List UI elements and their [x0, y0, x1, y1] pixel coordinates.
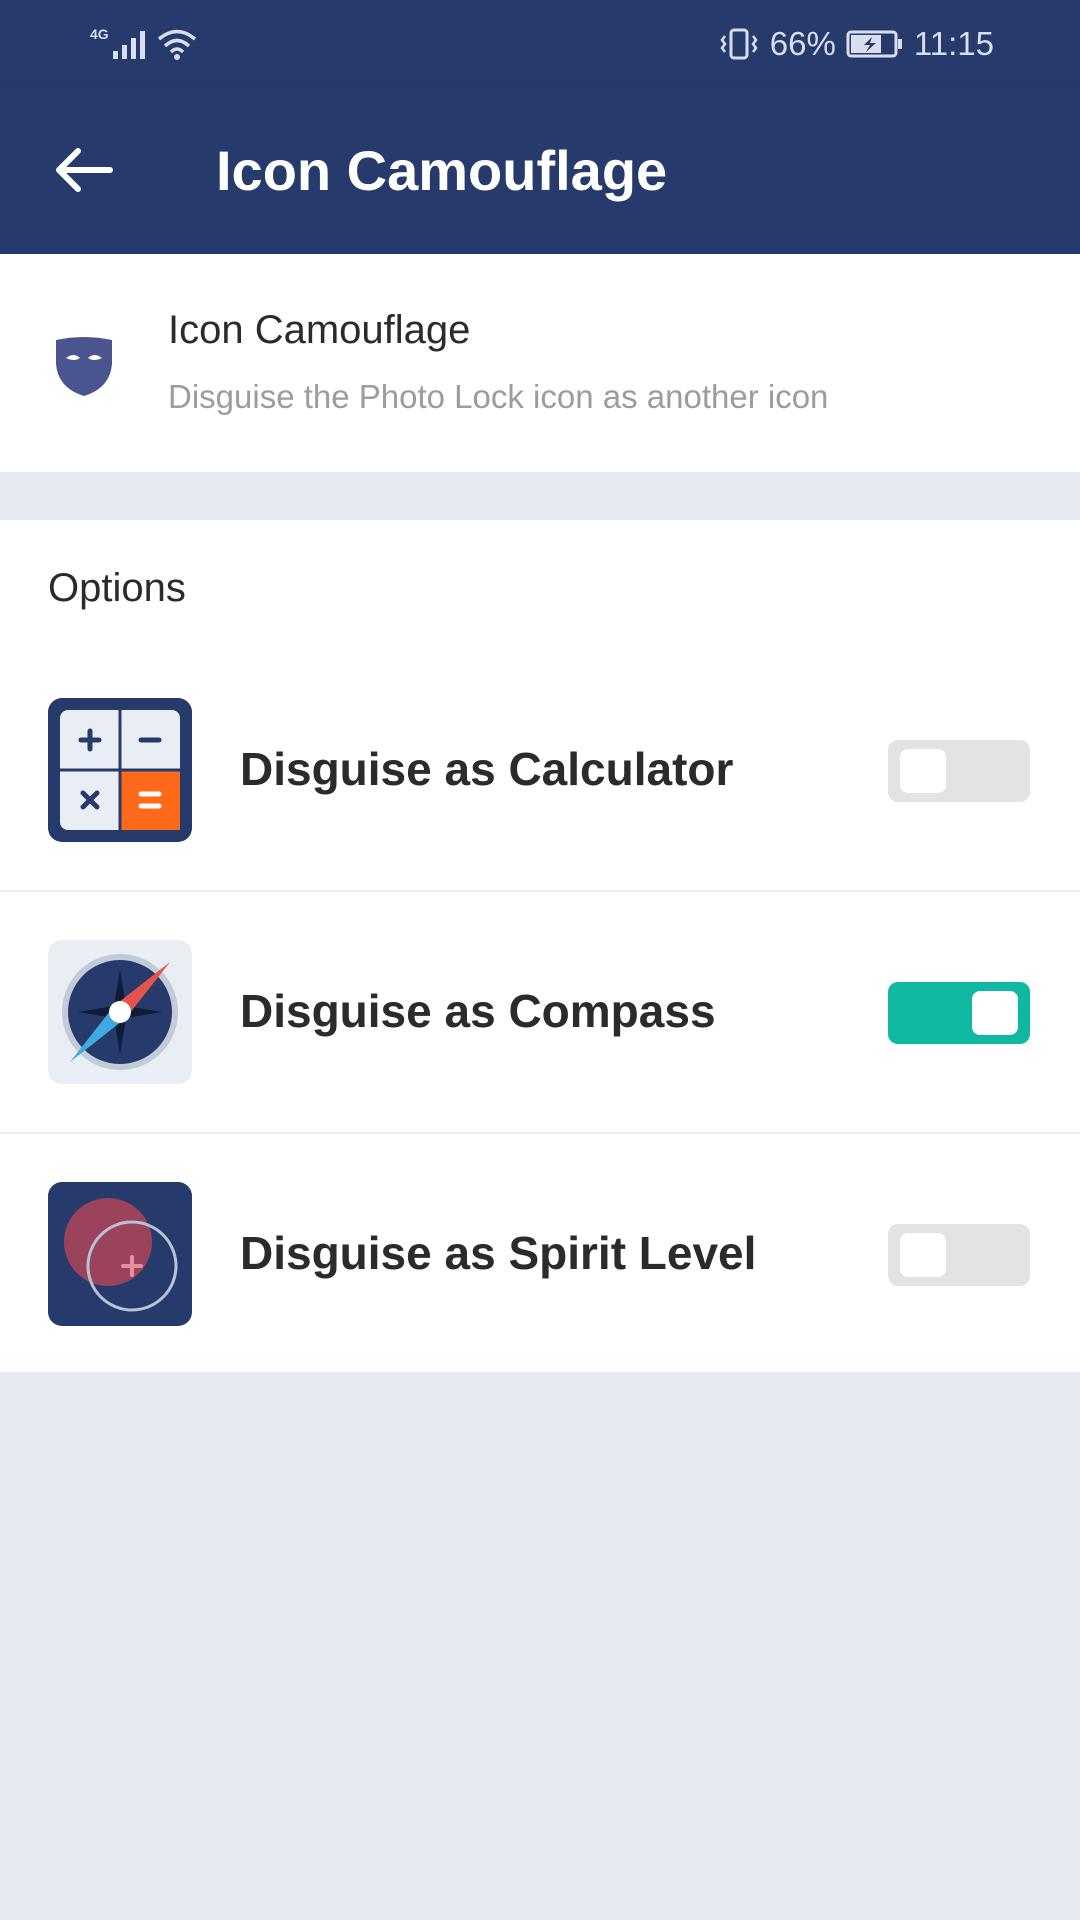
app-bar: Icon Camouflage [0, 86, 1080, 254]
toggle-knob [972, 991, 1018, 1035]
option-label: Disguise as Calculator [240, 743, 734, 795]
status-left: 4G [90, 22, 197, 66]
arrow-left-icon [56, 148, 113, 192]
calculator-toggle[interactable] [888, 740, 1030, 802]
option-spirit-level[interactable]: Disguise as Spirit Level [0, 1132, 1080, 1372]
mask-icon [56, 337, 112, 396]
status-bar: 4G 66% 11:15 [0, 0, 1080, 86]
battery-charging-icon [846, 30, 902, 58]
signal-icon [112, 31, 145, 59]
option-calculator[interactable]: Disguise as Calculator [0, 650, 1080, 890]
status-right: 66% 11:15 [718, 22, 994, 66]
back-button[interactable] [44, 132, 124, 208]
option-label: Disguise as Compass [240, 985, 716, 1037]
toggle-knob [900, 1233, 946, 1277]
toggle-knob [900, 749, 946, 793]
option-label: Disguise as Spirit Level [240, 1227, 757, 1279]
section-label: Options [48, 566, 186, 610]
option-compass[interactable]: Disguise as Compass [0, 890, 1080, 1130]
network-type: 4G [90, 26, 109, 42]
options-section: Options Disguise as Calculator Disguise … [0, 520, 1080, 1372]
compass-toggle[interactable] [888, 982, 1030, 1044]
spirit-level-toggle[interactable] [888, 1224, 1030, 1286]
wifi-icon [157, 29, 196, 60]
feature-description: Disguise the Photo Lock icon as another … [168, 378, 829, 415]
compass-icon [48, 940, 192, 1084]
clock: 11:15 [913, 25, 994, 62]
calculator-icon [48, 698, 192, 842]
page-title: Icon Camouflage [216, 139, 668, 202]
feature-title: Icon Camouflage [168, 308, 471, 352]
battery-percent: 66% [769, 25, 836, 62]
spirit-level-icon [48, 1182, 192, 1326]
vibrate-icon [720, 28, 758, 60]
feature-header: Icon Camouflage Disguise the Photo Lock … [0, 254, 1080, 472]
